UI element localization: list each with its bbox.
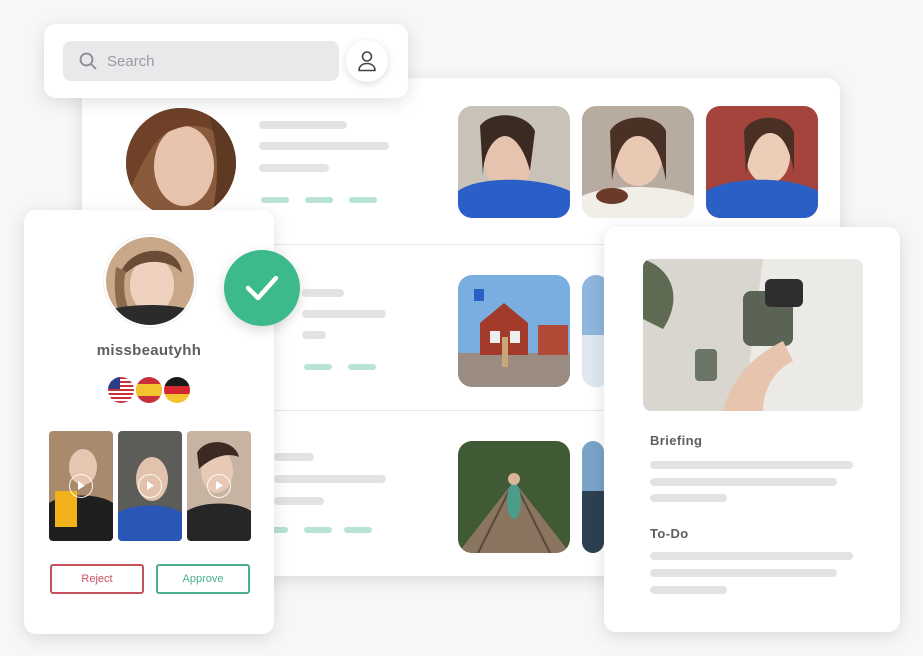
tag-placeholder	[304, 527, 332, 533]
text-placeholder	[302, 289, 344, 297]
search-icon	[79, 52, 97, 70]
text-placeholder	[650, 569, 837, 577]
checkmark-icon	[245, 275, 279, 301]
creator-username: missbeautyhh	[96, 342, 202, 359]
video-thumbnail[interactable]	[49, 431, 113, 541]
text-placeholder	[302, 310, 386, 318]
video-thumbnail[interactable]	[118, 431, 182, 541]
play-icon	[138, 474, 162, 498]
tag-placeholder	[349, 197, 377, 203]
content-thumbnail[interactable]	[458, 275, 570, 387]
tag-placeholder	[305, 197, 333, 203]
content-thumbnail[interactable]	[458, 441, 570, 553]
search-input[interactable]: Search	[63, 41, 339, 81]
briefing-title: Briefing	[650, 433, 703, 448]
tag-placeholder	[261, 197, 289, 203]
todo-title: To-Do	[650, 526, 689, 541]
approve-button[interactable]: Approve	[156, 564, 250, 594]
profile-button[interactable]	[346, 40, 388, 82]
play-icon	[69, 474, 93, 498]
content-thumbnail[interactable]	[458, 106, 570, 218]
germany-flag-icon	[164, 377, 190, 403]
text-placeholder	[274, 475, 386, 483]
text-placeholder	[650, 586, 727, 594]
text-placeholder	[650, 552, 853, 560]
search-card: Search	[44, 24, 408, 98]
briefing-card: Briefing To-Do	[604, 227, 900, 632]
approved-check-badge	[224, 250, 300, 326]
text-placeholder	[259, 164, 329, 172]
tag-placeholder	[304, 364, 332, 370]
play-icon	[207, 474, 231, 498]
content-thumbnail[interactable]	[706, 106, 818, 218]
tag-placeholder	[348, 364, 376, 370]
reject-button[interactable]: Reject	[50, 564, 144, 594]
content-thumbnail[interactable]	[582, 441, 604, 553]
us-flag-icon	[108, 377, 134, 403]
user-icon	[358, 51, 376, 72]
text-placeholder	[650, 478, 837, 486]
creator-card: missbeautyhh Reject Approve	[24, 210, 300, 634]
video-thumbnail[interactable]	[187, 431, 251, 541]
creator-avatar	[104, 235, 196, 327]
product-photo	[643, 259, 863, 411]
creator-avatar	[126, 108, 236, 218]
text-placeholder	[650, 461, 853, 469]
text-placeholder	[302, 331, 326, 339]
text-placeholder	[650, 494, 727, 502]
tag-placeholder	[344, 527, 372, 533]
content-thumbnail[interactable]	[582, 106, 694, 218]
search-placeholder: Search	[107, 52, 155, 70]
text-placeholder	[259, 121, 347, 129]
text-placeholder	[274, 497, 324, 505]
text-placeholder	[259, 142, 389, 150]
text-placeholder	[274, 453, 314, 461]
spain-flag-icon	[136, 377, 162, 403]
